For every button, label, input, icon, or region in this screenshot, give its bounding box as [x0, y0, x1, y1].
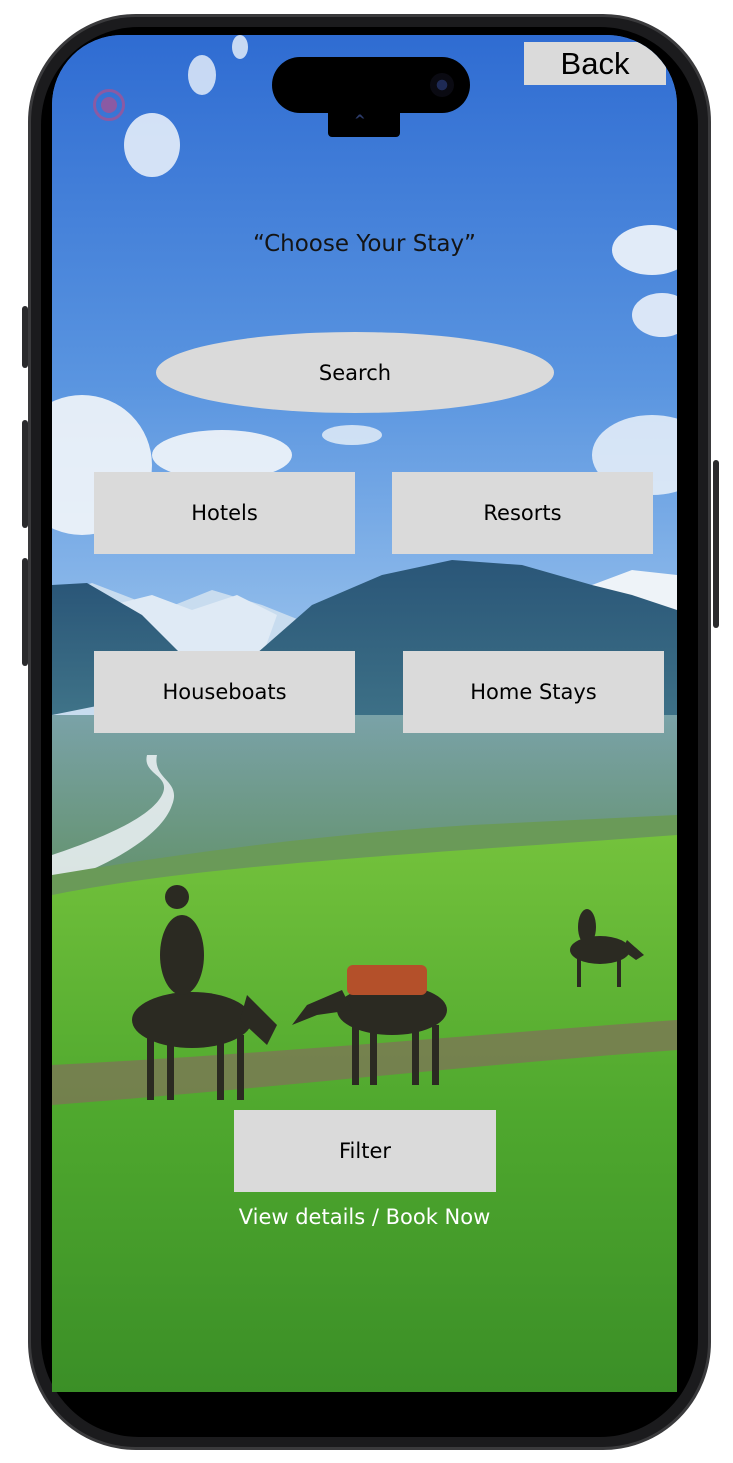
app-logo-tab: ^	[328, 111, 400, 137]
power-button	[713, 460, 719, 628]
houseboats-button[interactable]: Houseboats	[94, 651, 355, 733]
dynamic-island	[272, 57, 470, 113]
record-dot	[101, 97, 117, 113]
logo-icon: ^	[354, 113, 366, 129]
hotels-button[interactable]: Hotels	[94, 472, 355, 554]
view-details-book-now-link[interactable]: View details / Book Now	[52, 1205, 677, 1229]
front-camera	[430, 73, 454, 97]
home-stays-button[interactable]: Home Stays	[403, 651, 664, 733]
resorts-button[interactable]: Resorts	[392, 472, 653, 554]
search-button[interactable]: Search	[156, 332, 554, 413]
back-button[interactable]: Back	[524, 42, 666, 85]
page-title: “Choose Your Stay”	[253, 231, 476, 257]
app-screen: ^ Back “Choose Your Stay” Search Hotels …	[52, 35, 677, 1392]
record-icon[interactable]	[93, 89, 125, 121]
filter-button[interactable]: Filter	[234, 1110, 496, 1192]
